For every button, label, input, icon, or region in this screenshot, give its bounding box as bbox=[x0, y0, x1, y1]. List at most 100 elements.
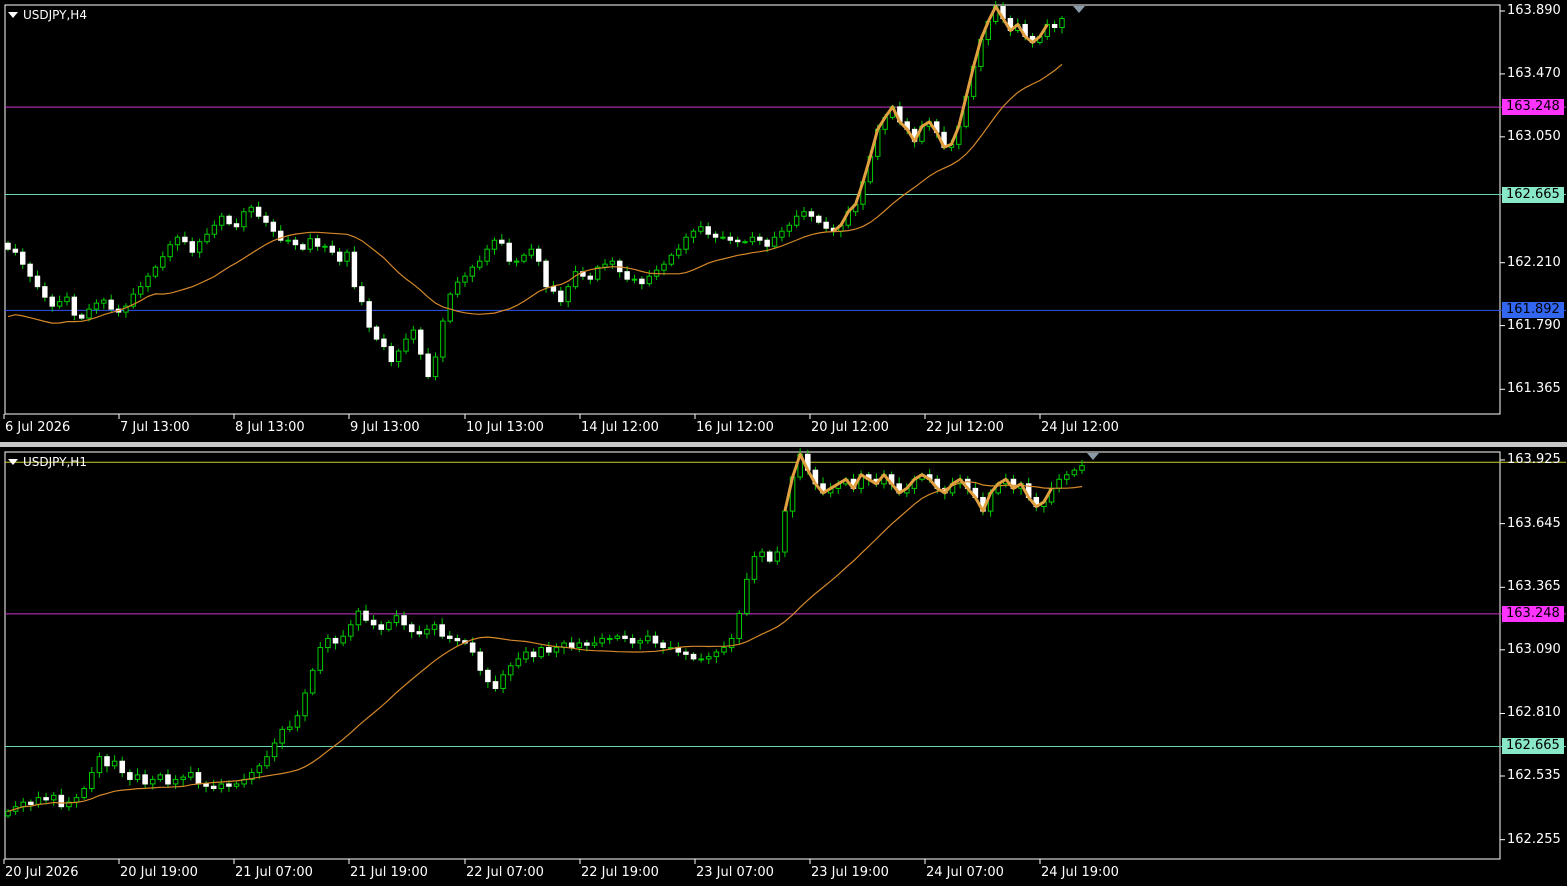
h4-symbol-title[interactable]: USDJPY,H4 bbox=[8, 8, 87, 22]
candle-body bbox=[500, 674, 506, 689]
h1-chart-pane[interactable]: USDJPY,H1 1時間 黄 20 Jul 2026 20 Jul 19:00 2… bbox=[0, 447, 1567, 886]
candle-body bbox=[764, 239, 770, 247]
candle-body bbox=[491, 239, 498, 250]
dropdown-triangle-icon[interactable] bbox=[8, 459, 18, 465]
candle-body bbox=[629, 637, 636, 644]
candle-body bbox=[71, 296, 78, 316]
candle-body bbox=[410, 329, 417, 340]
candle-body bbox=[134, 774, 141, 780]
candle-body bbox=[264, 756, 270, 767]
h1-symbol-title[interactable]: USDJPY,H1 bbox=[8, 455, 87, 469]
h4-symbol-label: USDJPY,H4 bbox=[23, 8, 87, 22]
candle-body bbox=[255, 206, 262, 217]
candle-body bbox=[211, 224, 218, 235]
y-tick-label: 162.255 bbox=[1507, 831, 1561, 847]
candle-body bbox=[381, 338, 387, 348]
candle-body bbox=[439, 624, 445, 637]
candle-body bbox=[425, 353, 431, 378]
y-tick-label: 163.470 bbox=[1507, 65, 1561, 81]
candle-body bbox=[351, 251, 358, 288]
y-tick-label: 163.890 bbox=[1507, 2, 1561, 18]
candle-body bbox=[248, 206, 254, 213]
candle-body bbox=[34, 275, 41, 288]
candle-body bbox=[314, 238, 321, 247]
candle-body bbox=[78, 314, 85, 319]
candle-body bbox=[816, 215, 822, 223]
candle-body bbox=[759, 551, 765, 558]
candle-body bbox=[513, 260, 520, 263]
candle-body bbox=[285, 239, 291, 242]
candle-body bbox=[538, 647, 544, 658]
candle-body bbox=[210, 785, 217, 790]
candle-body bbox=[127, 772, 133, 780]
dropdown-triangle-icon[interactable] bbox=[8, 12, 18, 18]
price-badge-teal: 162.665 bbox=[1502, 186, 1564, 203]
candle-body bbox=[757, 236, 763, 241]
candle-body bbox=[713, 651, 720, 658]
candle-body bbox=[137, 286, 144, 295]
candle-body bbox=[614, 635, 621, 639]
candle-body bbox=[499, 239, 505, 244]
candle-body bbox=[329, 245, 336, 253]
candle-body bbox=[28, 801, 34, 805]
y-tick-label: 163.090 bbox=[1507, 641, 1561, 657]
candle-body bbox=[1059, 17, 1065, 28]
candle-body bbox=[20, 251, 26, 265]
chart-shift-marker-icon[interactable] bbox=[1087, 453, 1099, 460]
candle-body bbox=[734, 239, 741, 243]
candle-body bbox=[462, 275, 468, 283]
y-tick-label: 161.365 bbox=[1507, 381, 1561, 397]
candle-body bbox=[344, 251, 350, 262]
candle-body bbox=[646, 275, 652, 285]
candle-body bbox=[744, 578, 750, 614]
x-tick-label: 8 Jul 13:00 bbox=[235, 420, 305, 435]
candle-body bbox=[793, 215, 800, 226]
candle-body bbox=[317, 647, 324, 671]
candle-body bbox=[196, 241, 203, 253]
candle-body bbox=[576, 642, 583, 649]
candle-body bbox=[782, 510, 788, 553]
y-tick-label: 163.050 bbox=[1507, 128, 1561, 144]
x-tick-label: 23 Jul 07:00 bbox=[696, 865, 774, 880]
price-badge-teal: 162.665 bbox=[1502, 738, 1564, 755]
candle-body bbox=[188, 772, 194, 778]
candle-body bbox=[300, 244, 306, 250]
x-tick-label: 20 Jul 2026 bbox=[5, 865, 79, 880]
candle-body bbox=[492, 681, 499, 689]
candle-body bbox=[1063, 474, 1070, 480]
h1-annotation: 1時間 黄 bbox=[1306, 481, 1446, 516]
candle-body bbox=[543, 260, 549, 288]
candle-body bbox=[1079, 465, 1085, 471]
candle-body bbox=[639, 278, 645, 285]
x-tick-label: 9 Jul 13:00 bbox=[350, 420, 420, 435]
candle-body bbox=[568, 642, 575, 649]
candle-body bbox=[270, 221, 277, 232]
candle-body bbox=[5, 242, 11, 250]
x-tick-label: 21 Jul 19:00 bbox=[350, 865, 428, 880]
candle-body bbox=[189, 241, 195, 253]
x-tick-label: 24 Jul 07:00 bbox=[926, 865, 1004, 880]
candle-body bbox=[86, 308, 92, 319]
candle-body bbox=[294, 715, 301, 728]
candle-body bbox=[469, 266, 476, 277]
price-badge-purple: 163.248 bbox=[1502, 99, 1564, 116]
y-tick-label: 163.645 bbox=[1507, 515, 1561, 531]
h4-chart-pane[interactable]: USDJPY,H4 4時間 紫 6 Jul 2026 7 Jul 13:00 8 J… bbox=[0, 0, 1567, 442]
candle-body bbox=[584, 642, 590, 646]
candle-body bbox=[751, 556, 758, 580]
candle-body bbox=[332, 637, 339, 644]
candle-body bbox=[56, 301, 63, 307]
x-tick-label: 16 Jul 12:00 bbox=[696, 420, 774, 435]
x-tick-label: 22 Jul 12:00 bbox=[926, 420, 1004, 435]
candle-body bbox=[447, 635, 453, 639]
candle-body bbox=[553, 647, 560, 653]
candle-body bbox=[370, 619, 377, 626]
candle-body bbox=[431, 624, 438, 630]
candle-body bbox=[12, 248, 19, 253]
candle-body bbox=[705, 226, 711, 235]
candle-body bbox=[661, 263, 667, 271]
candle-body bbox=[81, 788, 87, 799]
chart-shift-marker-icon[interactable] bbox=[1073, 6, 1085, 13]
candle-body bbox=[668, 254, 675, 265]
y-tick-label: 161.790 bbox=[1507, 317, 1561, 333]
